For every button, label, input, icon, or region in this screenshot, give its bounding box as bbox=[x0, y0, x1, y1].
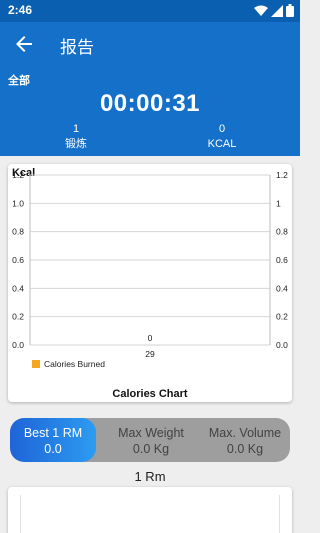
summary-filter-label: 全部 bbox=[8, 75, 30, 87]
x-tick-label: 29 bbox=[145, 349, 155, 359]
rm-chart-area bbox=[20, 495, 280, 533]
y-tick-left: 0.2 bbox=[12, 312, 24, 322]
y-tick-right: 1 bbox=[276, 198, 281, 208]
total-duration: 00:00:31 bbox=[99, 90, 201, 117]
page-title: 报告 bbox=[60, 38, 94, 57]
kcal-value: 0 bbox=[218, 123, 226, 135]
summary-panel: 全部 00:00:31 1 锻炼 0 KCAL bbox=[0, 66, 300, 156]
best-1rm-value: 0.0 bbox=[44, 442, 62, 456]
workout-count-stat: 1 锻炼 bbox=[26, 122, 126, 152]
signal-icon bbox=[271, 4, 283, 17]
max-volume-tab[interactable]: Max. Volume 0.0 Kg bbox=[200, 418, 290, 462]
battery-icon bbox=[286, 4, 294, 17]
max-weight-value: 0.0 Kg bbox=[132, 442, 170, 456]
rm-chart-title: 1 Rm bbox=[134, 469, 166, 484]
kcal-label: KCAL bbox=[207, 138, 237, 150]
workout-count-label: 锻炼 bbox=[65, 138, 87, 150]
best-1rm-tab[interactable]: Best 1 RM 0.0 bbox=[10, 418, 96, 462]
y-tick-left: 0.4 bbox=[12, 283, 24, 293]
legend-label: Calories Burned bbox=[44, 359, 105, 369]
y-tick-right: 1.2 bbox=[276, 170, 288, 180]
y-tick-left: 0.6 bbox=[12, 255, 24, 265]
y-tick-left: 0.8 bbox=[12, 227, 24, 237]
y-tick-left: 1.2 bbox=[12, 170, 24, 180]
calories-chart-card: Kcal 0.0 0.2 0.4 0.6 0.8 1.0 1.2 0.0 0.2 0.4 0.6 0.8… bbox=[8, 164, 292, 402]
wifi-icon bbox=[254, 5, 268, 16]
y-tick-right: 0.4 bbox=[276, 283, 288, 293]
legend-swatch bbox=[32, 360, 40, 368]
rm-chart-card bbox=[8, 487, 292, 533]
best-1rm-title: Best 1 RM bbox=[23, 426, 83, 440]
status-time: 2:46 bbox=[8, 3, 33, 17]
y-tick-left: 1.0 bbox=[12, 198, 24, 208]
workout-count-value: 1 bbox=[72, 123, 80, 135]
max-weight-tab[interactable]: Max Weight 0.0 Kg bbox=[98, 418, 204, 462]
max-volume-value: 0.0 Kg bbox=[226, 442, 264, 456]
max-weight-title: Max Weight bbox=[118, 426, 184, 440]
y-tick-left: 0.0 bbox=[12, 340, 24, 350]
chart-caption: Calories Chart bbox=[112, 388, 188, 400]
y-tick-right: 0.2 bbox=[276, 312, 288, 322]
calories-chart: Kcal0.00.20.40.60.81.01.20.00.20.40.60.8… bbox=[12, 167, 288, 400]
app-bar: 报告 bbox=[0, 22, 300, 66]
y-tick-right: 0.8 bbox=[276, 227, 288, 237]
y-tick-right: 0.6 bbox=[276, 255, 288, 265]
y-tick-right: 0.0 bbox=[276, 340, 288, 350]
bar-value-label: 0 bbox=[148, 333, 153, 343]
status-icons bbox=[254, 4, 294, 17]
kcal-stat: 0 KCAL bbox=[172, 122, 272, 152]
metric-selector: Max Weight 0.0 Kg Max. Volume 0.0 Kg Bes… bbox=[10, 418, 290, 462]
status-bar: 2:46 bbox=[0, 0, 300, 22]
max-volume-title: Max. Volume bbox=[208, 426, 282, 440]
arrow-left-icon[interactable] bbox=[12, 32, 36, 56]
